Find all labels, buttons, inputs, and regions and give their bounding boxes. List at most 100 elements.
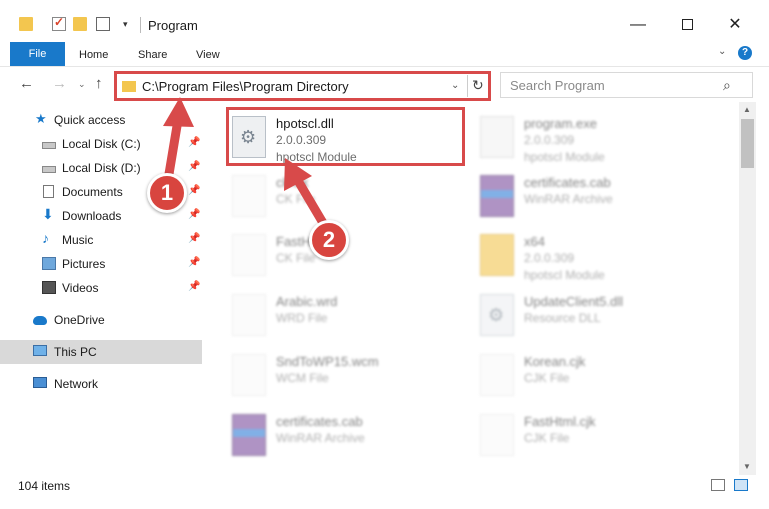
- folder-icon[interactable]: [19, 17, 33, 31]
- tab-share[interactable]: Share: [126, 44, 179, 66]
- pin-icon[interactable]: 📌: [188, 257, 200, 268]
- file-item[interactable]: UpdateClient5.dll Resource DLL: [462, 286, 692, 344]
- window-title: Program: [148, 18, 198, 33]
- sidebar-item-label: Pictures: [62, 257, 106, 271]
- this-pc-icon: [33, 345, 47, 356]
- status-bar: 104 items: [0, 475, 769, 509]
- sidebar-item-pictures[interactable]: Pictures 📌: [0, 252, 202, 276]
- file-name: UpdateClient5.dll: [524, 294, 624, 309]
- disk-icon: [42, 166, 56, 173]
- pin-icon[interactable]: 📌: [188, 281, 200, 292]
- sidebar-item-label: Videos: [62, 281, 99, 295]
- scroll-thumb[interactable]: [741, 119, 754, 168]
- tab-file[interactable]: File: [10, 42, 65, 66]
- pin-icon[interactable]: 📌: [188, 161, 200, 172]
- scroll-down-icon[interactable]: ▼: [743, 462, 751, 471]
- up-button[interactable]: ↑: [95, 75, 103, 92]
- properties-check-icon[interactable]: [52, 15, 66, 31]
- documents-icon: [43, 185, 54, 198]
- search-placeholder: Search Program: [510, 78, 605, 93]
- customize-toolbar-icon[interactable]: [96, 17, 110, 31]
- file-type: WRD File: [276, 311, 328, 325]
- maximize-icon: [681, 19, 693, 31]
- videos-icon: [42, 281, 56, 294]
- file-version: 2.0.0.309: [524, 251, 575, 265]
- file-item[interactable]: Arabic.wrd WRD File: [214, 286, 444, 344]
- blank-file-icon: [480, 414, 514, 456]
- expand-ribbon-icon[interactable]: ⌄: [718, 46, 726, 57]
- forward-button[interactable]: →: [52, 75, 67, 92]
- pin-icon[interactable]: 📌: [188, 137, 200, 148]
- scroll-up-icon[interactable]: ▲: [743, 105, 751, 114]
- refresh-separator: [467, 75, 468, 97]
- sidebar-item-this-pc[interactable]: This PC: [0, 340, 202, 364]
- search-icon[interactable]: ⌕: [723, 77, 731, 94]
- file-name: FastHtml.cjk: [524, 414, 596, 429]
- large-icons-view-icon[interactable]: [734, 479, 748, 491]
- sidebar-item-network[interactable]: Network: [0, 372, 202, 396]
- title-bar: ▾ Program — ✕: [0, 0, 769, 40]
- dll-file-icon: [480, 294, 514, 336]
- back-button[interactable]: ←: [19, 75, 34, 92]
- annotation-step-1: 1: [147, 173, 187, 213]
- music-icon: ♪: [42, 230, 49, 246]
- network-icon: [33, 377, 47, 388]
- quick-access-dropdown-icon[interactable]: ▾: [123, 19, 128, 30]
- maximize-button[interactable]: [664, 10, 710, 40]
- sidebar-item-label: Local Disk (C:): [62, 137, 141, 151]
- file-name: ck.cjk: [276, 175, 309, 190]
- file-name: Korean.cjk: [524, 354, 586, 369]
- file-name: certificates.cab: [276, 414, 363, 429]
- tab-view[interactable]: View: [184, 44, 232, 66]
- sidebar-item-label: Quick access: [54, 113, 126, 127]
- file-item[interactable]: x64 2.0.0.309 hpotscl Module: [462, 226, 692, 284]
- file-name: SndToWP15.wcm: [276, 354, 379, 369]
- file-item[interactable]: ck.cjk CK File: [214, 167, 444, 225]
- blank-file-icon: [232, 175, 266, 217]
- recent-locations-icon[interactable]: ⌄: [78, 79, 86, 90]
- file-item[interactable]: program.exe 2.0.0.309 hpotscl Module: [462, 108, 692, 166]
- address-bar[interactable]: C:\Program Files\Program Directory ⌄ ↻: [114, 71, 491, 101]
- pin-icon[interactable]: 📌: [188, 185, 200, 196]
- file-item[interactable]: FastHtml.cjk CJK File: [462, 406, 692, 464]
- disk-icon: [42, 142, 56, 149]
- sidebar-item-local-disk-c[interactable]: Local Disk (C:) 📌: [0, 132, 202, 156]
- blank-file-icon: [232, 294, 266, 336]
- file-item[interactable]: Korean.cjk CJK File: [462, 346, 692, 404]
- search-input[interactable]: Search Program ⌕: [500, 72, 753, 98]
- pictures-icon: [42, 257, 56, 270]
- details-view-icon[interactable]: [711, 479, 725, 491]
- sidebar-item-onedrive[interactable]: OneDrive: [0, 308, 202, 332]
- minimize-button[interactable]: —: [615, 10, 661, 40]
- navigation-bar: ← → ⌄ ↑ C:\Program Files\Program Directo…: [0, 66, 769, 102]
- sidebar-item-label: Downloads: [62, 209, 122, 223]
- sidebar-item-videos[interactable]: Videos 📌: [0, 276, 202, 300]
- blank-file-icon: [232, 234, 266, 276]
- new-folder-icon[interactable]: [73, 17, 87, 31]
- star-icon: ★: [35, 111, 47, 126]
- blank-file-icon: [232, 354, 266, 396]
- file-type: CK File: [276, 251, 316, 265]
- pin-icon[interactable]: 📌: [188, 233, 200, 244]
- sidebar-item-quick-access[interactable]: ★ Quick access: [0, 108, 202, 132]
- vertical-scrollbar[interactable]: ▲ ▼: [739, 102, 756, 475]
- address-path[interactable]: C:\Program Files\Program Directory: [142, 79, 349, 94]
- pin-icon[interactable]: 📌: [188, 209, 200, 220]
- sidebar-item-label: Music: [62, 233, 94, 247]
- refresh-icon[interactable]: ↻: [472, 77, 484, 94]
- file-item[interactable]: certificates.cab WinRAR Archive: [214, 406, 444, 464]
- onedrive-icon: [33, 316, 47, 325]
- sidebar-item-label: This PC: [54, 345, 97, 359]
- sidebar-item-music[interactable]: ♪ Music 📌: [0, 228, 202, 252]
- file-type: WinRAR Archive: [276, 431, 365, 445]
- help-icon[interactable]: ?: [738, 46, 752, 60]
- file-item[interactable]: certificates.cab WinRAR Archive: [462, 167, 692, 225]
- item-count: 104 items: [18, 479, 71, 493]
- file-version: 2.0.0.309: [524, 133, 575, 147]
- file-name: certificates.cab: [524, 175, 611, 190]
- address-dropdown-icon[interactable]: ⌄: [451, 80, 459, 91]
- folder-icon: [480, 234, 514, 276]
- tab-home[interactable]: Home: [67, 44, 120, 66]
- file-item[interactable]: SndToWP15.wcm WCM File: [214, 346, 444, 404]
- close-button[interactable]: ✕: [712, 10, 758, 40]
